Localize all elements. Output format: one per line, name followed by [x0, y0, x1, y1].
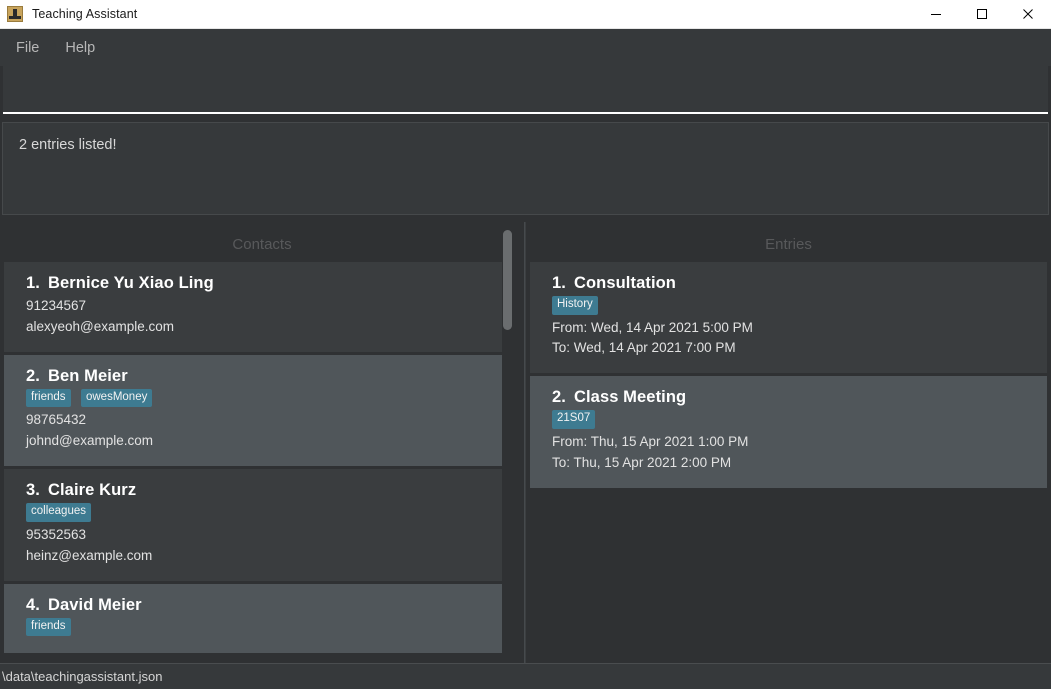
app-icon [7, 6, 23, 22]
contact-tags: colleagues [26, 503, 488, 522]
contacts-panel: Contacts 1. Bernice Yu Xiao Ling 91234567… [0, 222, 524, 666]
contact-phone: 91234567 [26, 298, 87, 313]
contacts-scrollbar-thumb[interactable] [503, 230, 512, 330]
entries-list[interactable]: 1. Consultation History From: Wed, 14 Apr… [526, 262, 1051, 660]
menu-bar: File Help [0, 29, 1051, 66]
tag-chip: History [552, 296, 598, 315]
status-bar: \data\teachingassistant.json [0, 663, 1051, 689]
window-title: Teaching Assistant [32, 7, 138, 21]
contact-title: 3. Claire Kurz [26, 481, 488, 500]
tag-chip: colleagues [26, 503, 91, 522]
entry-name: Consultation [573, 274, 676, 292]
command-box[interactable] [3, 66, 1048, 114]
contact-index: 2. [26, 366, 40, 385]
entry-from: From: Thu, 15 Apr 2021 1:00 PM [552, 433, 749, 449]
minimize-icon [931, 14, 941, 15]
close-icon [1023, 9, 1033, 19]
contact-phone: 95352563 [26, 526, 87, 542]
contact-index: 3. [26, 481, 40, 500]
result-message: 2 entries listed! [19, 137, 117, 153]
menu-item-help[interactable]: Help [52, 34, 108, 62]
contact-email: heinz@example.com [26, 547, 153, 563]
command-area [0, 66, 1051, 114]
contact-tags: friends owesMoney [26, 388, 488, 408]
contact-email: alexyeoh@example.com [26, 318, 175, 334]
contact-title: 4. David Meier [26, 596, 488, 615]
entry-title: 1. Consultation [552, 274, 1033, 293]
command-input[interactable] [3, 66, 1048, 112]
contact-index: 4. [26, 595, 40, 614]
maximize-button[interactable] [959, 0, 1005, 29]
entry-tags: 21S07 [552, 410, 1033, 429]
tag-chip: friends [26, 617, 71, 637]
contact-index: 1. [26, 274, 40, 292]
entry-index: 1. [552, 274, 566, 292]
contact-name: Bernice Yu Xiao Ling [47, 274, 214, 292]
minimize-button[interactable] [913, 0, 959, 29]
entry-card[interactable]: 2. Class Meeting 21S07 From: Thu, 15 Apr … [530, 376, 1047, 488]
contacts-list[interactable]: 1. Bernice Yu Xiao Ling 91234567 alexyeoh… [0, 262, 524, 660]
entry-to: To: Thu, 15 Apr 2021 2:00 PM [552, 454, 732, 470]
entry-name: Class Meeting [573, 388, 687, 407]
entry-card[interactable]: 1. Consultation History From: Wed, 14 Apr… [530, 262, 1047, 374]
contact-name: David Meier [47, 595, 142, 614]
contact-title: 2. Ben Meier [26, 367, 488, 386]
title-bar: Teaching Assistant [0, 0, 1051, 29]
tag-chip: 21S07 [552, 410, 596, 429]
entry-tags: History [552, 296, 1033, 315]
status-bar-save-location: \data\teachingassistant.json [2, 669, 163, 684]
maximize-icon [977, 9, 987, 19]
menu-item-file[interactable]: File [3, 34, 52, 62]
contact-email: johnd@example.com [26, 433, 154, 449]
result-display: 2 entries listed! [2, 122, 1049, 215]
tag-chip: owesMoney [80, 388, 153, 408]
contacts-panel-header: Contacts [232, 236, 292, 253]
entry-to: To: Wed, 14 Apr 2021 7:00 PM [552, 340, 736, 356]
contact-phone: 98765432 [26, 412, 87, 428]
close-button[interactable] [1005, 0, 1051, 29]
contacts-scrollbar[interactable] [503, 230, 512, 620]
contact-card[interactable]: 2. Ben Meier friends owesMoney 98765432 j… [4, 354, 502, 467]
contact-title: 1. Bernice Yu Xiao Ling [26, 274, 488, 293]
entry-index: 2. [552, 388, 566, 407]
tag-chip: friends [26, 388, 71, 408]
contact-name: Ben Meier [47, 366, 128, 385]
main-split: Contacts 1. Bernice Yu Xiao Ling 91234567… [0, 222, 1051, 666]
entry-from: From: Wed, 14 Apr 2021 5:00 PM [552, 319, 753, 335]
contact-name: Claire Kurz [47, 481, 137, 500]
contact-card[interactable]: 1. Bernice Yu Xiao Ling 91234567 alexyeoh… [4, 262, 502, 352]
contact-card[interactable]: 3. Claire Kurz colleagues 95352563 heinz@… [4, 469, 502, 581]
contact-tags: friends [26, 617, 488, 637]
entries-panel: Entries 1. Consultation History From: Wed… [526, 222, 1051, 666]
contact-card[interactable]: 4. David Meier friends [4, 583, 502, 654]
entry-title: 2. Class Meeting [552, 388, 1033, 407]
entries-panel-header: Entries [765, 236, 812, 253]
